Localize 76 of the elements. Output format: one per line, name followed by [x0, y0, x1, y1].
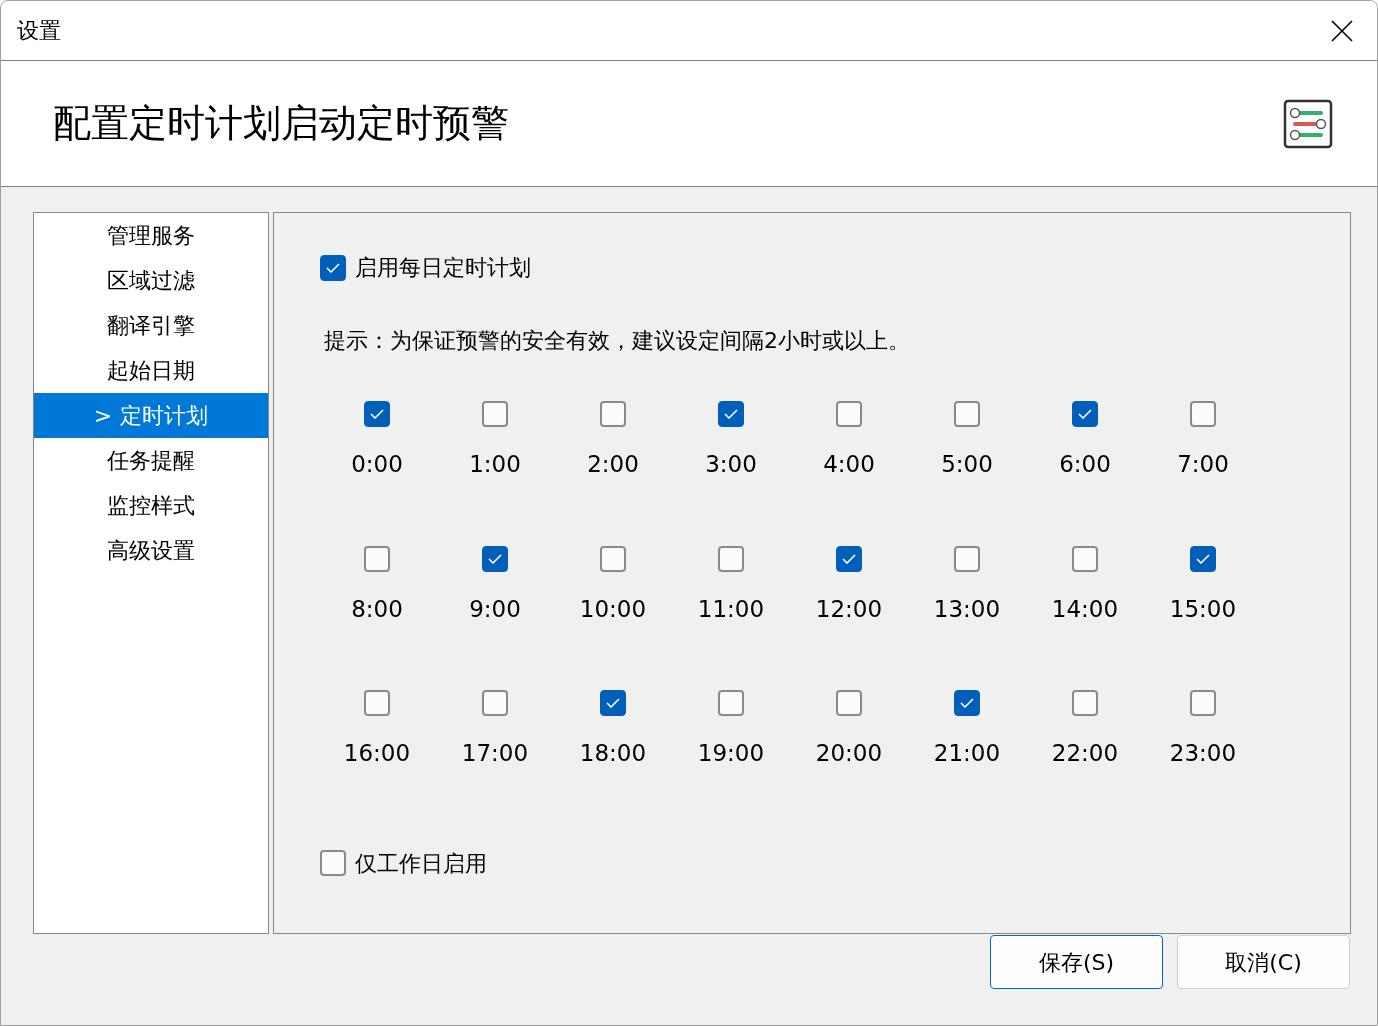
time-label: 7:00 [1177, 450, 1229, 479]
hint-text: 提示：为保证预警的安全有效，建议设定间隔2小时或以上。 [324, 327, 911, 355]
time-label: 21:00 [933, 739, 1001, 768]
checkbox[interactable] [718, 545, 744, 572]
time-label: 22:00 [1051, 739, 1119, 768]
checkbox[interactable] [320, 254, 346, 281]
check-icon [1078, 409, 1092, 419]
checkbox[interactable] [1190, 401, 1216, 427]
check-icon [606, 698, 620, 708]
checkbox[interactable] [364, 690, 390, 716]
checkbox[interactable] [836, 690, 862, 716]
checkbox[interactable] [954, 401, 980, 427]
page-heading: 配置定时计划启动定时预警 [53, 100, 509, 147]
sidebar-item[interactable]: 任务提醒 [34, 438, 268, 483]
sliders-icon [1283, 98, 1333, 149]
time-label: 16:00 [343, 739, 411, 768]
checkbox[interactable] [364, 545, 390, 572]
check-icon [842, 553, 856, 564]
time-label: 1:00 [469, 450, 521, 479]
time-label: 23:00 [1169, 739, 1237, 768]
checkbox-label: 启用每日定时计划 [355, 254, 531, 282]
time-label: 12:00 [815, 594, 883, 624]
window-title: 设置 [17, 17, 61, 45]
time-label: 15:00 [1169, 594, 1237, 624]
checkbox[interactable] [1072, 545, 1098, 572]
time-label: 9:00 [469, 594, 521, 624]
time-label: 14:00 [1051, 594, 1119, 624]
checkbox[interactable] [482, 690, 508, 716]
checkbox[interactable] [954, 690, 980, 716]
checkbox[interactable] [718, 401, 744, 427]
checkbox[interactable] [1072, 690, 1098, 716]
time-label: 18:00 [579, 739, 647, 768]
check-icon [724, 409, 738, 419]
time-label: 5:00 [941, 450, 993, 479]
time-label: 2:00 [587, 450, 639, 479]
cancel-button[interactable]: 取消(C) [1177, 935, 1350, 989]
sidebar-item[interactable]: 翻译引擎 [34, 303, 268, 348]
sidebar-item[interactable]: 管理服务 [34, 213, 268, 258]
time-label: 6:00 [1059, 450, 1111, 479]
sidebar-item[interactable]: 起始日期 [34, 348, 268, 393]
time-label: 4:00 [823, 450, 875, 479]
sidebar-item[interactable]: > 定时计划 [34, 393, 268, 438]
checkbox[interactable] [600, 545, 626, 572]
checkbox[interactable] [1190, 690, 1216, 716]
checkbox[interactable] [954, 545, 980, 572]
time-label: 10:00 [579, 594, 647, 624]
checkbox[interactable] [600, 401, 626, 427]
sidebar-item[interactable]: 监控样式 [34, 483, 268, 528]
save-button[interactable]: 保存(S) [990, 935, 1163, 989]
checkbox[interactable] [364, 401, 390, 427]
time-label: 8:00 [351, 594, 403, 624]
checkbox[interactable] [482, 545, 508, 572]
time-label: 17:00 [461, 739, 529, 768]
time-label: 0:00 [351, 450, 403, 479]
checkbox-label: 仅工作日启用 [355, 849, 487, 878]
sidebar-item[interactable]: 高级设置 [34, 528, 268, 573]
check-icon [488, 553, 502, 564]
checkbox[interactable] [1072, 401, 1098, 427]
checkbox[interactable] [482, 401, 508, 427]
time-label: 13:00 [933, 594, 1001, 624]
check-icon [960, 698, 974, 708]
checkbox[interactable] [320, 850, 346, 876]
time-label: 19:00 [697, 739, 765, 768]
time-label: 20:00 [815, 739, 883, 768]
close-icon [1331, 19, 1353, 42]
check-icon [326, 262, 340, 273]
time-label: 3:00 [705, 450, 757, 479]
checkbox[interactable] [836, 401, 862, 427]
checkbox[interactable] [600, 690, 626, 716]
time-label: 11:00 [697, 594, 765, 624]
check-icon [1196, 553, 1210, 564]
checkbox[interactable] [718, 690, 744, 716]
sidebar-item[interactable]: 区域过滤 [34, 258, 268, 303]
checkbox[interactable] [1190, 545, 1216, 572]
checkbox[interactable] [836, 545, 862, 572]
check-icon [370, 409, 384, 419]
